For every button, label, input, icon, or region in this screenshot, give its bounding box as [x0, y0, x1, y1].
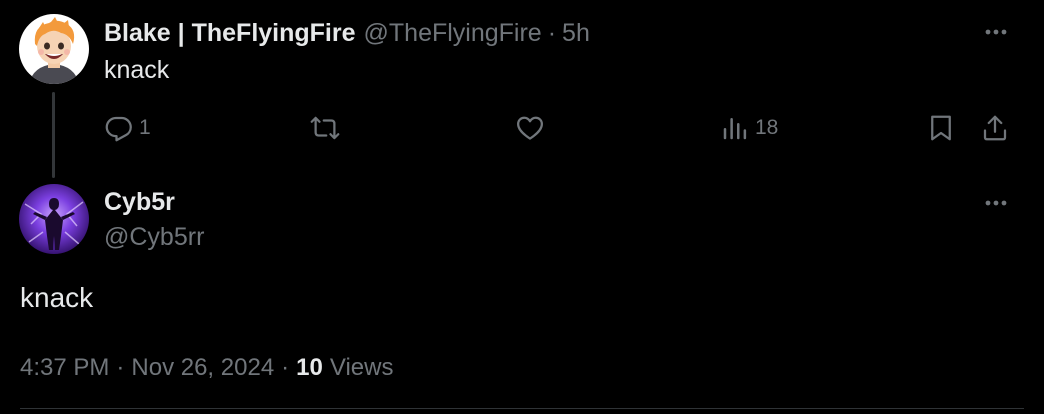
main-display-name[interactable]: Cyb5r	[104, 188, 175, 217]
bookmark-icon	[931, 115, 951, 141]
bookmark-button[interactable]	[926, 112, 956, 144]
parent-tweet-header: Blake | TheFlyingFire @TheFlyingFire · 5…	[104, 18, 590, 48]
meta-separator: ·	[116, 354, 125, 381]
parent-timestamp[interactable]: 5h	[562, 19, 590, 48]
tweet-time[interactable]: 4:37 PM	[20, 354, 109, 382]
main-handle[interactable]: @Cyb5rr	[104, 223, 204, 252]
tweet-metadata: 4:37 PM · Nov 26, 2024 · 10 Views	[20, 352, 393, 384]
reply-count: 1	[139, 116, 151, 139]
share-icon	[983, 115, 1007, 141]
main-tweet-text: knack	[20, 282, 94, 313]
like-button[interactable]	[515, 112, 550, 144]
reply-icon	[105, 116, 132, 142]
purple-figure-avatar-image	[19, 184, 89, 254]
heart-icon	[517, 116, 543, 140]
tweet-date[interactable]: Nov 26, 2024	[131, 354, 274, 382]
tweet-views-count: 10	[296, 354, 323, 381]
parent-avatar[interactable]	[19, 14, 89, 84]
share-button[interactable]	[980, 112, 1010, 144]
parent-display-name[interactable]: Blake | TheFlyingFire	[104, 19, 356, 48]
meta-separator: ·	[281, 354, 290, 381]
parent-time-separator: ·	[547, 18, 557, 47]
retweet-button[interactable]	[310, 112, 345, 144]
views-count: 18	[755, 116, 779, 139]
tweet-thread: Blake | TheFlyingFire @TheFlyingFire · 5…	[0, 0, 1044, 414]
cartoon-avatar-image	[19, 14, 89, 84]
more-horizontal-icon[interactable]	[976, 188, 1016, 218]
parent-tweet-text: knack	[104, 56, 170, 84]
retweet-icon	[310, 116, 340, 140]
main-avatar[interactable]	[19, 184, 89, 254]
views-icon	[723, 118, 747, 140]
thread-connector-line	[52, 92, 55, 178]
parent-handle[interactable]: @TheFlyingFire	[364, 19, 542, 48]
more-horizontal-icon[interactable]	[976, 17, 1016, 47]
tweet-views-label[interactable]: Views	[330, 354, 394, 382]
reply-button[interactable]: 1	[104, 112, 151, 144]
views-button[interactable]: 18	[720, 112, 778, 144]
divider	[20, 408, 1024, 409]
